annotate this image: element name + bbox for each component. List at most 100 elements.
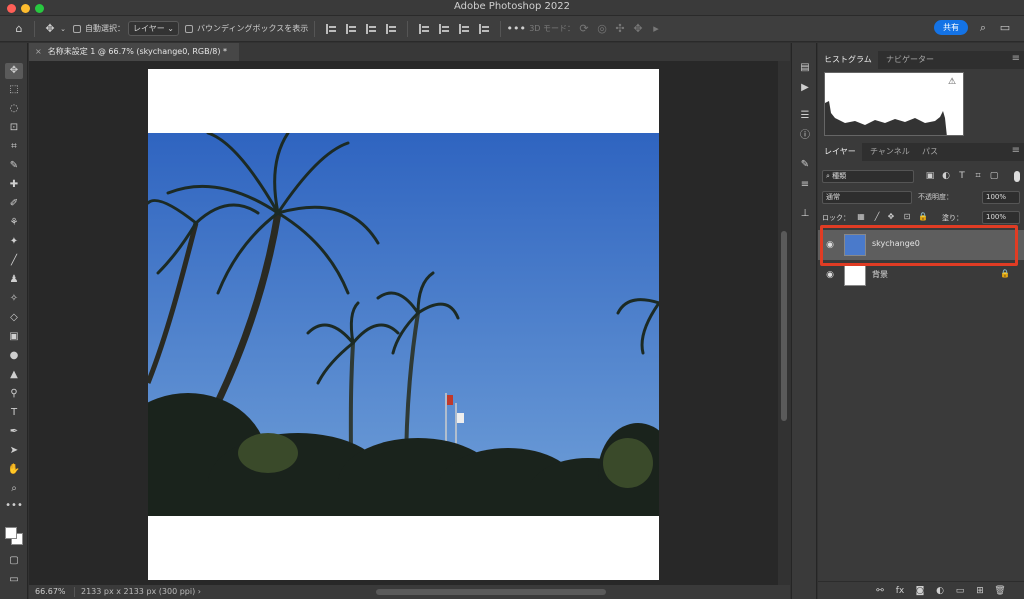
sharpen-tool-icon[interactable]: ▲ xyxy=(5,367,23,383)
vertical-scroll-thumb[interactable] xyxy=(781,231,787,421)
chevron-down-icon[interactable]: ⌄ xyxy=(59,20,67,38)
screen-mode-icon[interactable]: ▭ xyxy=(5,572,23,588)
actions-play-icon[interactable]: ▶ xyxy=(797,81,813,95)
history-brush-tool-icon[interactable]: ✦ xyxy=(5,234,23,250)
history-panel-icon[interactable]: ▤ xyxy=(797,61,813,75)
fx-icon[interactable]: fx xyxy=(894,585,906,597)
clone-source-icon[interactable]: ⊥ xyxy=(797,207,813,221)
more-tools-icon[interactable]: ••• xyxy=(5,498,23,514)
clone-stamp-tool-icon[interactable]: ⚘ xyxy=(5,215,23,231)
lock-transparent-icon[interactable]: ▦ xyxy=(856,212,866,222)
lock-all-icon[interactable]: 🔒 xyxy=(918,212,928,222)
tab-channels[interactable]: チャンネル xyxy=(864,143,916,161)
3d-rotate-icon[interactable]: ⟳ xyxy=(575,20,593,38)
filter-adjustment-icon[interactable]: ◐ xyxy=(940,170,952,182)
home-icon[interactable]: ⌂ xyxy=(10,20,28,38)
auto-select-checkbox[interactable] xyxy=(73,24,81,33)
lasso-tool-icon[interactable]: ◌ xyxy=(5,101,23,117)
marquee-tool-icon[interactable]: ⬚ xyxy=(5,82,23,98)
chevron-right-icon[interactable]: › xyxy=(198,587,201,596)
3d-slide-icon[interactable]: ✥ xyxy=(629,20,647,38)
more-options-icon[interactable]: ••• xyxy=(506,20,525,38)
workspace-icon[interactable]: ▭ xyxy=(998,21,1012,35)
search-icon[interactable]: ⌕ xyxy=(976,21,990,35)
fill-field[interactable]: 100% xyxy=(982,211,1020,224)
move-tool-icon[interactable]: ✥ xyxy=(5,63,23,79)
align-bottom-icon[interactable] xyxy=(459,23,470,34)
document-tab[interactable]: × 名称未設定 1 @ 66.7% (skychange0, RGB/8) * xyxy=(29,43,239,61)
healing-brush-tool-icon[interactable]: ✚ xyxy=(5,177,23,193)
layer-kind-filter[interactable]: ⌕ 種類 xyxy=(822,170,914,183)
align-top-icon[interactable] xyxy=(419,23,430,34)
eye-icon[interactable]: ◉ xyxy=(824,269,836,281)
document-canvas[interactable] xyxy=(148,69,659,580)
info-icon[interactable]: ⓘ xyxy=(797,129,813,143)
tab-layers[interactable]: レイヤー xyxy=(818,143,862,161)
filter-toggle[interactable] xyxy=(1014,171,1020,182)
lock-label: ロック： xyxy=(822,214,850,222)
trash-icon[interactable]: 🗑 xyxy=(994,585,1006,597)
filter-pixel-icon[interactable]: ▣ xyxy=(924,170,936,182)
zoom-tool-icon[interactable]: ⌕ xyxy=(5,481,23,497)
align-vcenter-icon[interactable] xyxy=(439,23,450,34)
align-left-icon[interactable] xyxy=(326,23,337,34)
brush-settings-icon[interactable]: ✎ xyxy=(797,158,813,172)
gradient-tool-icon[interactable]: ▣ xyxy=(5,329,23,345)
distribute-icon[interactable] xyxy=(386,23,397,34)
document-title: 名称未設定 1 @ 66.7% (skychange0, RGB/8) * xyxy=(47,47,228,56)
canvas-area[interactable] xyxy=(29,61,778,585)
tab-paths[interactable]: パス xyxy=(916,143,944,161)
link-layers-icon[interactable]: ⚯ xyxy=(874,585,886,597)
new-group-icon[interactable]: ▭ xyxy=(954,585,966,597)
distribute-vertical-icon[interactable] xyxy=(479,23,490,34)
zoom-level[interactable]: 66.67% xyxy=(35,585,66,599)
stamp-tool-icon[interactable]: ♟ xyxy=(5,272,23,288)
pen-tool-icon[interactable]: ✒ xyxy=(5,424,23,440)
dodge-tool-icon[interactable]: ⚲ xyxy=(5,386,23,402)
share-button[interactable]: 共有 xyxy=(934,20,968,35)
lock-artboard-icon[interactable]: ⊡ xyxy=(902,212,912,222)
new-layer-icon[interactable]: ⊞ xyxy=(974,585,986,597)
quick-mask-icon[interactable]: ▢ xyxy=(5,553,23,569)
align-hcenter-icon[interactable] xyxy=(346,23,357,34)
tab-navigator[interactable]: ナビゲーター xyxy=(880,51,940,69)
eraser-tool-icon[interactable]: ◇ xyxy=(5,310,23,326)
3d-scale-icon[interactable]: ▸ xyxy=(647,20,665,38)
vertical-scrollbar[interactable] xyxy=(778,61,790,585)
blur-tool-icon[interactable]: ● xyxy=(5,348,23,364)
auto-select-dropdown[interactable]: レイヤー ⌄ xyxy=(128,21,180,36)
3d-drag-icon[interactable]: ✣ xyxy=(611,20,629,38)
lock-position-icon[interactable]: ✥ xyxy=(886,212,896,222)
horizontal-scroll-thumb[interactable] xyxy=(376,589,606,595)
object-select-tool-icon[interactable]: ⊡ xyxy=(5,120,23,136)
filter-shape-icon[interactable]: ⌗ xyxy=(972,170,984,182)
hand-tool-icon[interactable]: ✋ xyxy=(5,462,23,478)
opacity-field[interactable]: 100% xyxy=(982,191,1020,204)
bbox-checkbox[interactable] xyxy=(185,24,194,33)
align-right-icon[interactable] xyxy=(366,23,377,34)
3d-roll-icon[interactable]: ◎ xyxy=(593,20,611,38)
type-tool-icon[interactable]: T xyxy=(5,405,23,421)
blend-mode-dropdown[interactable]: 通常 xyxy=(822,191,912,204)
crop-tool-icon[interactable]: ⌗ xyxy=(5,139,23,155)
filter-smart-object-icon[interactable]: ▢ xyxy=(988,170,1000,182)
add-mask-icon[interactable]: ◙ xyxy=(914,585,926,597)
brush-tool-icon[interactable]: ✐ xyxy=(5,196,23,212)
adjustment-layer-icon[interactable]: ◐ xyxy=(934,585,946,597)
fill-label: 塗り： xyxy=(942,214,963,222)
adjustments-icon[interactable]: ☰ xyxy=(797,109,813,123)
close-tab-icon[interactable]: × xyxy=(35,47,42,56)
warning-icon[interactable]: ⚠ xyxy=(948,77,956,87)
panel-menu-icon[interactable]: ≡ xyxy=(1012,53,1020,64)
foreground-color-swatch[interactable] xyxy=(5,527,17,539)
move-tool-icon[interactable]: ✥ xyxy=(41,20,59,38)
path-select-tool-icon[interactable]: ➤ xyxy=(5,443,23,459)
tab-histogram[interactable]: ヒストグラム xyxy=(818,51,878,69)
brush-icon[interactable]: ╱ xyxy=(5,253,23,269)
lock-image-icon[interactable]: ╱ xyxy=(872,212,882,222)
eyedropper-tool-icon[interactable]: ✎ xyxy=(5,158,23,174)
brushes-icon[interactable]: ≡ xyxy=(797,178,813,192)
art-history-tool-icon[interactable]: ✧ xyxy=(5,291,23,307)
filter-type-icon[interactable]: T xyxy=(956,170,968,182)
panel-menu-icon[interactable]: ≡ xyxy=(1012,145,1020,156)
